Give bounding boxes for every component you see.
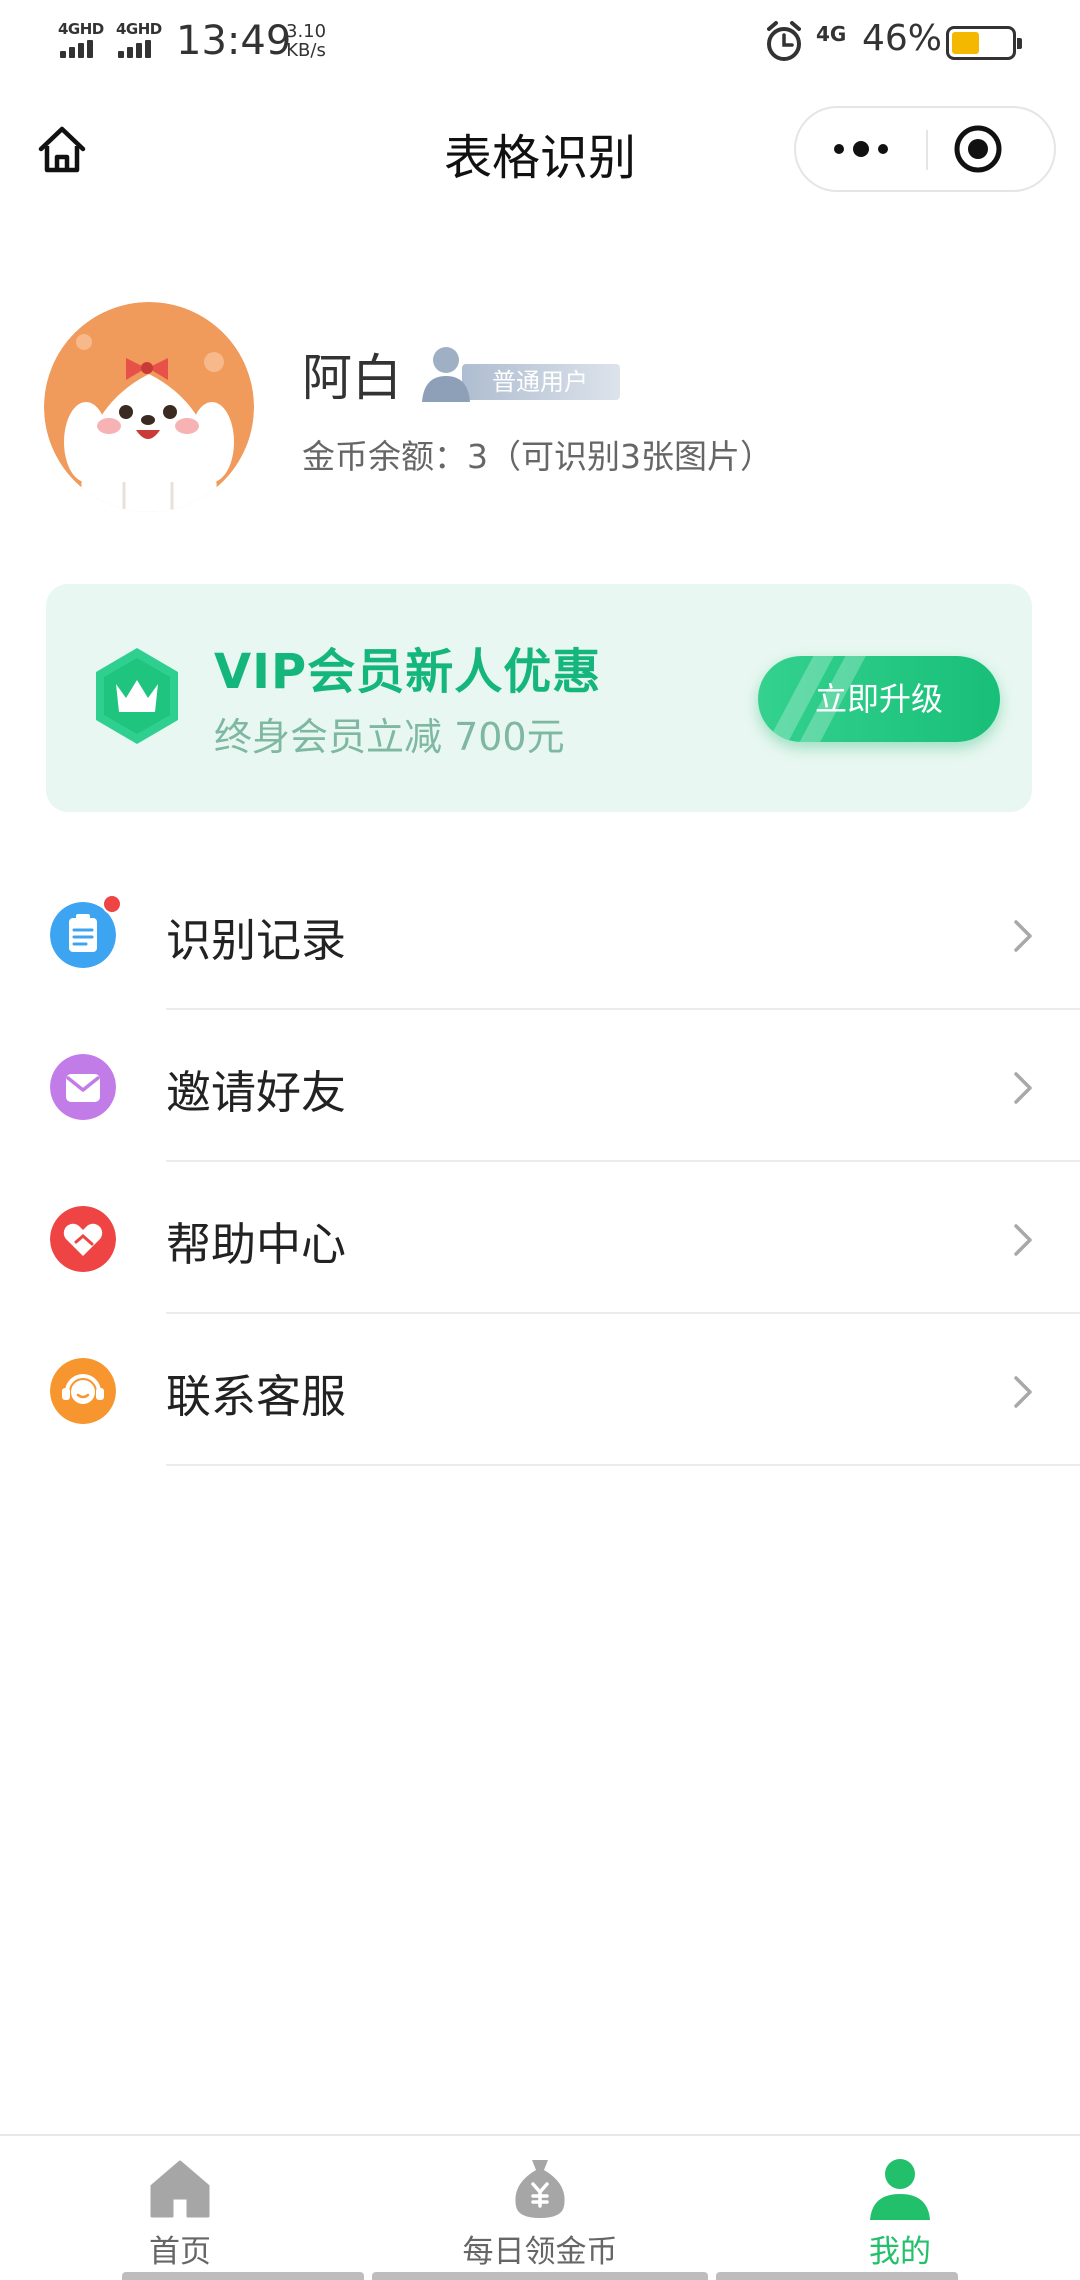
chevron-right-icon (1014, 920, 1032, 952)
menu-item-recognition-history[interactable]: 识别记录 (0, 858, 1080, 1010)
nav-bar: 表格识别 (0, 88, 1080, 212)
menu-item-invite-friends[interactable]: 邀请好友 (0, 1010, 1080, 1162)
user-level-badge: 普通用户 (416, 340, 626, 404)
menu-item-customer-service[interactable]: 联系客服 (0, 1314, 1080, 1466)
alarm-icon (767, 21, 801, 61)
network-label: 4GHD (58, 20, 104, 38)
chevron-right-icon (1014, 1072, 1032, 1104)
speed-value: 3.10 (286, 21, 327, 42)
handshake-icon (50, 1206, 116, 1272)
status-time: 13:49 (176, 18, 292, 64)
notification-dot (102, 894, 122, 914)
headset-icon (50, 1358, 116, 1424)
network-speed: 3.10 KB/s (286, 22, 326, 60)
chevron-right-icon (1014, 1224, 1032, 1256)
mini-program-capsule (794, 106, 1056, 192)
more-icon[interactable] (796, 108, 926, 190)
coin-balance: 金币余额：3（可识别3张图片） (302, 437, 773, 476)
speed-unit: KB/s (286, 40, 326, 61)
money-bag-icon (515, 2160, 565, 2218)
menu-item-label: 帮助中心 (166, 1218, 347, 1271)
tab-bar: 首页 每日领金币 我的 (0, 2134, 1080, 2280)
tab-daily-coins[interactable]: 每日领金币 (360, 2136, 720, 2280)
menu-item-help-center[interactable]: 帮助中心 (0, 1162, 1080, 1314)
user-level-label: 普通用户 (462, 364, 620, 400)
tab-label: 每日领金币 (462, 2234, 618, 2270)
crown-gem-icon (96, 648, 178, 744)
menu-item-label: 识别记录 (166, 914, 347, 967)
home-icon (150, 2160, 210, 2218)
tab-label: 首页 (149, 2234, 211, 2270)
battery-icon (946, 26, 1022, 60)
envelope-icon (50, 1054, 116, 1120)
avatar[interactable] (44, 302, 254, 512)
menu-item-label: 联系客服 (166, 1370, 347, 1423)
network-label: 4GHD (116, 20, 162, 38)
tab-label: 我的 (869, 2234, 931, 2270)
user-silhouette-icon (422, 347, 470, 402)
tab-home[interactable]: 首页 (0, 2136, 360, 2280)
close-target-icon[interactable] (928, 108, 1054, 190)
menu-item-label: 邀请好友 (166, 1066, 347, 1119)
network-type: 4G (816, 22, 847, 46)
upgrade-button-label: 立即升级 (814, 680, 943, 718)
user-icon (870, 2159, 930, 2220)
status-bar: 4GHD 4GHD 13:49 3.10 KB/s 4G 46% (0, 0, 1080, 88)
vip-subtitle: 终身会员立减 700元 (214, 715, 565, 759)
vip-title: VIP会员新人优惠 (214, 644, 602, 700)
vip-promo-card[interactable]: VIP会员新人优惠 终身会员立减 700元 立即升级 (46, 584, 1032, 812)
username: 阿白 (302, 349, 402, 407)
battery-fill (952, 32, 979, 54)
chevron-right-icon (1014, 1376, 1032, 1408)
tab-mine[interactable]: 我的 (720, 2136, 1080, 2280)
upgrade-button[interactable]: 立即升级 (758, 656, 1000, 742)
battery-percent: 46% (862, 18, 943, 59)
